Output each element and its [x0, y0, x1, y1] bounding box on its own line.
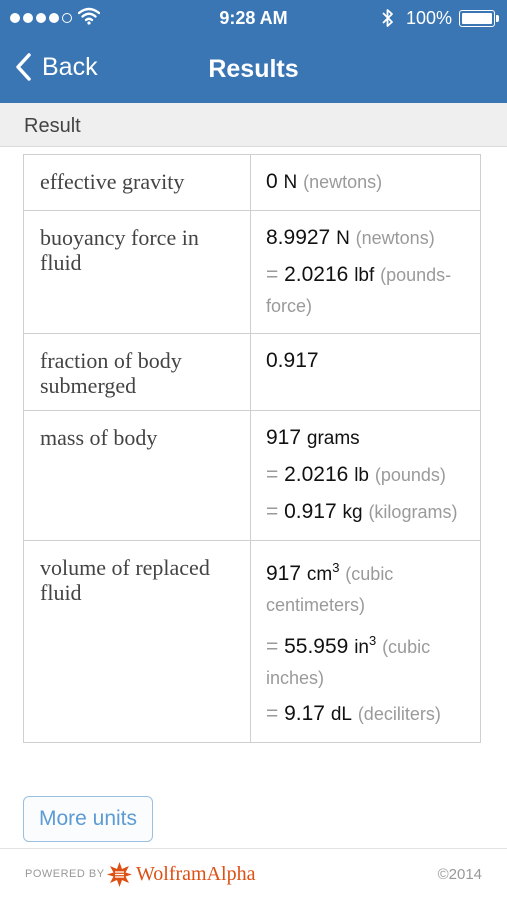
value-unit: N — [336, 228, 350, 249]
value-number: 917 — [266, 426, 302, 449]
unit-description: (deciliters) — [357, 704, 441, 724]
unit-description: (newtons) — [303, 172, 383, 192]
result-value-cell: 8.9927 N (newtons) = 2.0216 lbf (pounds-f… — [250, 210, 481, 334]
value-number: 55.959 — [284, 635, 349, 658]
result-label: volume of replaced fluid — [23, 540, 251, 743]
section-title: Result — [24, 115, 81, 137]
status-bar: 9:28 AM 100% — [0, 0, 507, 36]
value-exponent: 3 — [332, 560, 340, 575]
result-value-cell: 0.917 — [250, 333, 481, 411]
value-unit: in — [354, 637, 369, 658]
result-label: buoyancy force in fluid — [23, 210, 251, 334]
result-label: effective gravity — [23, 154, 251, 211]
result-value: = 0.917 kg (kilograms) — [266, 497, 466, 528]
result-value: 917 cm3 (cubic centimeters) — [266, 553, 466, 620]
value-unit: dL — [330, 704, 352, 725]
bluetooth-icon — [381, 8, 395, 33]
result-label: mass of body — [23, 410, 251, 541]
equals-sign: = — [266, 500, 279, 523]
result-value: = 2.0216 lbf (pounds-force) — [266, 260, 466, 321]
result-value: = 9.17 dL (deciliters) — [266, 699, 466, 730]
equals-sign: = — [266, 635, 279, 658]
value-unit: kg — [342, 502, 363, 523]
wolframalpha-logo-icon — [106, 861, 133, 893]
value-exponent: 3 — [368, 633, 377, 648]
value-unit: lbf — [354, 265, 375, 286]
unit-description: (newtons) — [355, 228, 435, 248]
value-unit: N — [283, 172, 298, 193]
result-value: 0 N (newtons) — [266, 167, 466, 198]
table-row: effective gravity 0 N (newtons) — [23, 154, 481, 211]
equals-sign: = — [266, 463, 279, 486]
result-value: 8.9927 N (newtons) — [266, 223, 466, 254]
page-title: Results — [208, 55, 299, 83]
value-number: 917 — [266, 562, 302, 585]
result-value: 917 grams — [266, 423, 466, 454]
result-value-cell: 917 grams = 2.0216 lb (pounds) = 0.917 kg … — [250, 410, 481, 541]
result-value-cell: 917 cm3 (cubic centimeters) = 55.959 in3 … — [250, 540, 481, 743]
section-header: Result — [0, 103, 507, 147]
result-value: = 55.959 in3 (cubic inches) — [266, 626, 466, 693]
result-value: 0.917 — [266, 346, 466, 376]
result-value: = 2.0216 lb (pounds) — [266, 460, 466, 491]
value-number: 2.0216 — [284, 463, 349, 486]
value-number: 8.9927 — [266, 226, 331, 249]
table-row: mass of body 917 grams = 2.0216 lb (pounds… — [23, 410, 481, 541]
battery-icon — [459, 10, 499, 27]
unit-description: (kilograms) — [368, 502, 458, 522]
wolframalpha-brand: WolframAlpha — [136, 863, 256, 885]
value-unit: cm — [306, 564, 333, 585]
footer: POWERED BY WolframAlpha ©2014 — [0, 848, 507, 900]
more-units-button[interactable]: More units — [23, 796, 153, 842]
value-number: 9.17 — [284, 702, 325, 725]
copyright: ©2014 — [437, 866, 482, 883]
value-unit: grams — [306, 428, 360, 449]
powered-by-label: POWERED BY — [25, 868, 105, 880]
value-unit: lb — [354, 465, 369, 486]
value-number: 0 — [266, 170, 278, 193]
value-number: 0.917 — [284, 500, 337, 523]
value-number: 2.0216 — [284, 263, 349, 286]
unit-description: (pounds) — [374, 465, 446, 485]
table-row: buoyancy force in fluid 8.9927 N (newtons… — [23, 210, 481, 334]
result-table: effective gravity 0 N (newtons) buoyancy f… — [23, 154, 481, 743]
battery-percent: 100% — [406, 8, 453, 28]
value-number: 0.917 — [266, 349, 319, 372]
table-row: volume of replaced fluid 917 cm3 (cubic c… — [23, 540, 481, 743]
table-row: fraction of body submerged 0.917 — [23, 333, 481, 411]
result-label: fraction of body submerged — [23, 333, 251, 411]
equals-sign: = — [266, 263, 279, 286]
result-value-cell: 0 N (newtons) — [250, 154, 481, 211]
top-bar: 9:28 AM 100% Back Results — [0, 0, 507, 103]
equals-sign: = — [266, 702, 279, 725]
